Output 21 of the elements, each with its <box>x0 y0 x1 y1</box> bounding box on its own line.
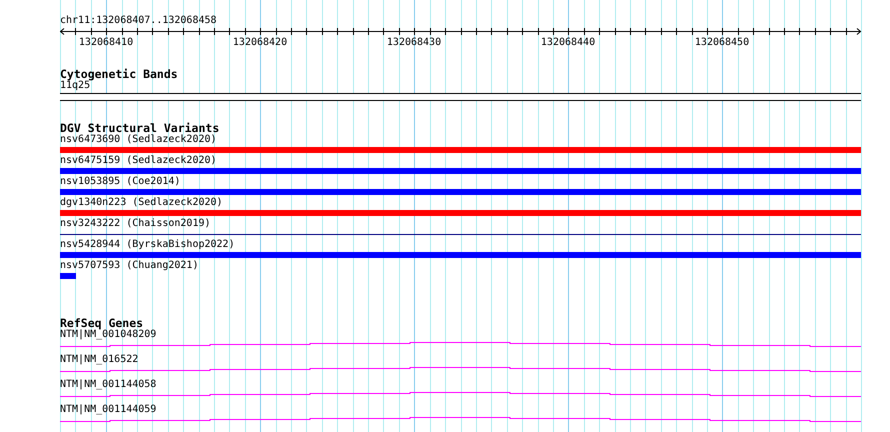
variant-label[interactable]: dgv1340n223 (Sedlazeck2020) <box>60 197 223 209</box>
variant-label[interactable]: nsv5707593 (Chuang2021) <box>60 260 198 272</box>
variant-label[interactable]: nsv1053895 (Coe2014) <box>60 176 180 188</box>
variant-label[interactable]: nsv6473690 (Sedlazeck2020) <box>60 134 217 146</box>
variant-label[interactable]: nsv5428944 (ByrskaBishop2022) <box>60 239 235 251</box>
variant-label[interactable]: nsv6475159 (Sedlazeck2020) <box>60 155 217 167</box>
tick-label: 132068410 <box>78 37 134 48</box>
gene-label[interactable]: NTM|NM_001144059 <box>60 404 156 416</box>
track-title: RefSeq Genes <box>60 317 144 329</box>
tick-label: 132068450 <box>694 37 750 48</box>
band-label: 11q25 <box>60 80 90 92</box>
variant-label[interactable]: nsv3243222 (Chaisson2019) <box>60 218 211 230</box>
location-label: chr11:132068407..132068458 <box>60 15 217 27</box>
track-title: Cytogenetic Bands <box>60 68 178 80</box>
gene-label[interactable]: NTM|NM_001144058 <box>60 379 156 391</box>
tick-label: 132068420 <box>232 37 288 48</box>
tick-label: 132068440 <box>540 37 596 48</box>
gene-label[interactable]: NTM|NM_016522 <box>60 354 138 366</box>
gene-label[interactable]: NTM|NM_001048209 <box>60 329 156 341</box>
track-title: DGV Structural Variants <box>60 122 220 134</box>
tick-label: 132068430 <box>386 37 442 48</box>
